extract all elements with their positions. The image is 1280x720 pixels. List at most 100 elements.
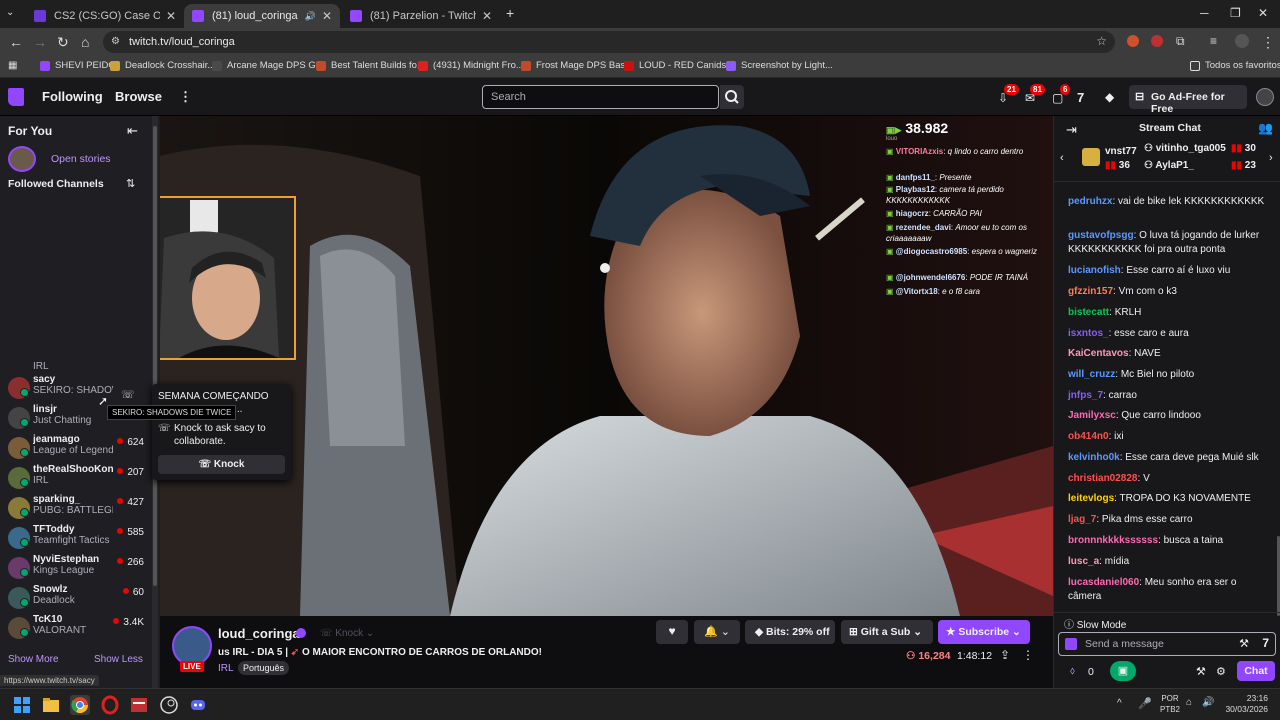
language-tag[interactable]: Português — [238, 661, 290, 675]
nav-following[interactable]: Following — [42, 89, 103, 104]
chat-username[interactable]: christian02828 — [1068, 473, 1138, 484]
leaderboard-prev-icon[interactable]: ‹ — [1060, 152, 1064, 164]
sidebar-channel[interactable]: jeanmago League of Legends 624 — [8, 434, 156, 464]
show-more-link[interactable]: Show More — [8, 654, 59, 665]
chat-username[interactable]: lucasdaniel060 — [1068, 577, 1139, 588]
collab-icon[interactable]: ☏ — [121, 388, 135, 401]
gift-sub-button[interactable]: ⊞ Gift a Sub ⌄ — [841, 620, 933, 644]
back-icon[interactable]: ← — [9, 34, 23, 50]
twitch-logo-icon[interactable] — [8, 88, 24, 106]
bookmark-item[interactable]: Deadlock Crosshair... — [110, 60, 215, 71]
chat-username[interactable]: ob414n0 — [1068, 431, 1109, 442]
bookmark-item[interactable]: Best Talent Builds fo... — [316, 60, 425, 71]
close-window-icon[interactable]: ✕ — [1258, 6, 1268, 20]
browser-tab[interactable]: CS2 (CS:GO) Case Opening: Wi ✕ — [26, 4, 184, 28]
subscribe-button[interactable]: ★ Subscribe ⌄ — [938, 620, 1030, 644]
more-options-icon[interactable]: ⋮ — [1022, 648, 1034, 662]
profile-avatar[interactable] — [1235, 34, 1249, 48]
sidebar-channel[interactable]: sparking_PUBG: BATTLEGROUNDS 427 — [8, 494, 156, 524]
speaker-icon[interactable]: 🔊 — [305, 11, 316, 22]
chat-username[interactable]: lusc_a — [1068, 556, 1099, 567]
user-avatar[interactable] — [1256, 88, 1274, 106]
collapse-chat-icon[interactable]: ⇥ — [1066, 122, 1077, 138]
sidebar-channel[interactable]: NyviEstephan Kings League 266 — [8, 554, 156, 584]
chat-username[interactable]: ljag_7 — [1068, 514, 1096, 525]
bits-button[interactable]: ◆ Bits: 29% off — [745, 620, 835, 644]
chat-badge-icon[interactable] — [1065, 638, 1077, 650]
search-button[interactable] — [720, 85, 744, 109]
chat-username[interactable]: gfzzin157 — [1068, 286, 1113, 297]
chrome-icon[interactable] — [70, 695, 90, 715]
app-icon[interactable] — [129, 695, 149, 715]
more-menu-icon[interactable]: ⋮ — [179, 89, 192, 105]
url-bar[interactable]: ⚙ twitch.tv/loud_coringa ☆ — [103, 31, 1115, 53]
extension-icon[interactable] — [1151, 35, 1163, 47]
go-ad-free-button[interactable]: ⊟ Go Ad-Free for Free — [1129, 85, 1247, 115]
chat-username[interactable]: leitevlogs — [1068, 493, 1114, 504]
channel-avatar[interactable] — [172, 626, 212, 666]
chat-username[interactable]: lucianofish — [1068, 265, 1121, 276]
steam-icon[interactable] — [159, 695, 179, 715]
sidebar-channel[interactable]: TFToddy Teamfight Tactics 585 — [8, 524, 156, 554]
clock[interactable]: 23:16 30/03/2026 — [1222, 693, 1268, 715]
bookmark-item[interactable]: SHEVI PEIDO — [40, 60, 116, 71]
chat-input[interactable]: Send a message ⚒ 7 — [1058, 632, 1276, 656]
category-link[interactable]: IRL — [218, 663, 234, 674]
all-bookmarks-folder[interactable]: Todos os favoritos — [1190, 60, 1280, 71]
network-icon[interactable]: ⌂ — [1186, 697, 1192, 708]
browser-tab-active[interactable]: (81) loud_coringa - Twitch 🔊 ✕ — [184, 4, 340, 28]
turbo-icon[interactable]: 7 — [1077, 90, 1084, 105]
chat-username[interactable]: bronnnkkkkssssss — [1068, 535, 1158, 546]
channel-points-icon[interactable]: ⬨ — [1070, 665, 1075, 678]
sidebar-channel[interactable]: TcK10 VALORANT 3.4K — [8, 614, 156, 644]
volume-icon[interactable]: 🔊 — [1202, 697, 1214, 708]
tab-search-icon[interactable]: ⌄ — [6, 7, 14, 18]
chat-send-button[interactable]: Chat — [1237, 661, 1275, 681]
restore-icon[interactable]: ❐ — [1230, 6, 1241, 20]
bookmark-item[interactable]: Arcane Mage DPS G... — [212, 60, 324, 71]
mod-tools-icon[interactable]: ⚒ — [1196, 665, 1206, 678]
tab-close-icon[interactable]: ✕ — [166, 9, 176, 23]
reward-chest-button[interactable]: ▣ — [1110, 661, 1136, 681]
windows-start-icon[interactable] — [12, 695, 32, 715]
bits-cheer-icon[interactable]: ⚒ — [1239, 637, 1249, 650]
chat-username[interactable]: isxntos_ — [1068, 328, 1109, 339]
notifications-button[interactable]: 🔔 ⌄ — [694, 620, 740, 644]
reading-list-icon[interactable]: ≡ — [1210, 34, 1217, 48]
minimize-icon[interactable]: ─ — [1200, 6, 1209, 20]
chat-username[interactable]: will_cruzz — [1068, 369, 1115, 380]
knock-button[interactable]: ☏ Knock — [158, 455, 285, 474]
apps-grid-icon[interactable]: ▦ — [8, 60, 17, 71]
chat-username[interactable]: KaiCentavos — [1068, 348, 1129, 359]
follow-heart-button[interactable]: ♥ — [656, 620, 688, 644]
menu-kebab-icon[interactable]: ⋮ — [1261, 34, 1275, 51]
stories-avatar[interactable] — [8, 146, 36, 172]
collapse-sidebar-icon[interactable]: ⇤ — [127, 123, 138, 139]
language-indicator[interactable]: POR PTB2 — [1160, 693, 1180, 715]
open-stories-link[interactable]: Open stories — [51, 153, 111, 165]
chat-username[interactable]: jnfps_7 — [1068, 390, 1103, 401]
browser-tab[interactable]: (81) Parzelion - Twitch ✕ — [342, 4, 500, 28]
microphone-icon[interactable]: 🎤 — [1138, 697, 1152, 710]
site-info-icon[interactable]: ⚙ — [111, 36, 120, 47]
bookmark-item[interactable]: Screenshot by Light... — [726, 60, 833, 71]
chat-username[interactable]: pedruhzx — [1068, 196, 1112, 207]
tab-close-icon[interactable]: ✕ — [482, 9, 492, 23]
new-tab-icon[interactable]: + — [506, 5, 514, 21]
chat-username[interactable]: bistecatt — [1068, 307, 1109, 318]
share-icon[interactable]: ⇪ — [1000, 648, 1010, 662]
chat-username[interactable]: Jamilyxsc — [1068, 410, 1116, 421]
bookmark-item[interactable]: LOUD - RED Canids... — [624, 60, 734, 71]
bookmark-star-icon[interactable]: ☆ — [1096, 34, 1107, 48]
settings-gear-icon[interactable]: ⚙ — [1216, 665, 1226, 678]
chat-username[interactable]: kelvinho0k — [1068, 452, 1120, 463]
video-player[interactable]: ▣▶ 38.982 louo ▣ VITORIAzxis: q lindo o … — [160, 116, 1053, 616]
tray-expand-icon[interactable]: ^ — [1117, 698, 1122, 709]
leaderboard-next-icon[interactable]: › — [1269, 152, 1273, 164]
show-less-link[interactable]: Show Less — [94, 654, 143, 665]
file-explorer-icon[interactable] — [41, 695, 61, 715]
emote-icon[interactable]: 7 — [1262, 636, 1269, 650]
nav-browse[interactable]: Browse — [115, 89, 162, 104]
community-icon[interactable]: 👥 — [1258, 121, 1273, 135]
sidebar-channel[interactable]: theRealShooKong IRL 207 — [8, 464, 156, 494]
